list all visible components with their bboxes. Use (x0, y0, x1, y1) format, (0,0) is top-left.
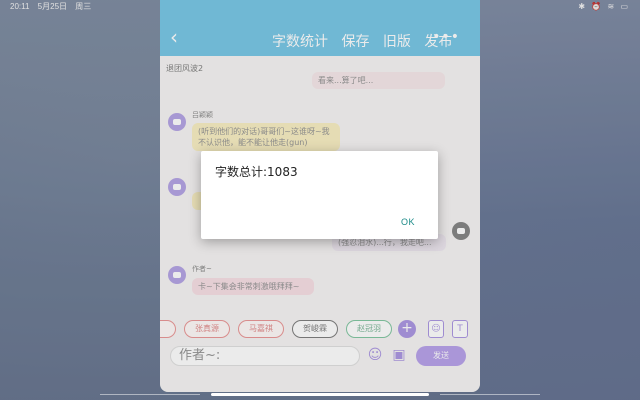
gesture-line-left (100, 394, 200, 395)
word-count-dialog: 字数总计:1083 OK (201, 151, 438, 239)
dialog-message: 字数总计:1083 (215, 165, 298, 179)
ok-button[interactable]: OK (401, 217, 415, 227)
home-indicator[interactable] (211, 393, 429, 396)
gesture-line-right (440, 394, 540, 395)
